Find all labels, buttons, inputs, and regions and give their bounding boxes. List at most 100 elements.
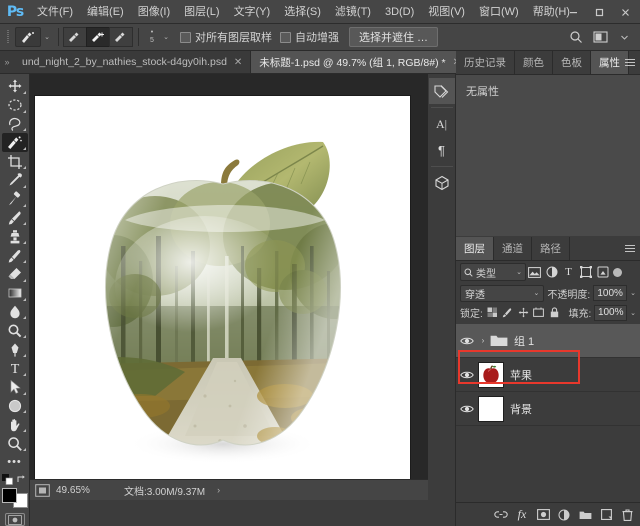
document-tab-1[interactable]: und_night_2_by_nathies_stock-d4gy0ih.psd… [14,51,251,73]
search-icon[interactable] [564,27,588,47]
document-tab-2[interactable]: 未标题-1.psd @ 49.7% (组 1, RGB/8#) *✕ [251,51,470,73]
layers-tab-1[interactable]: 图层 [456,237,494,260]
quick-selection-tool[interactable] [2,133,28,152]
adjustment-layer-icon[interactable] [557,507,571,523]
new-group-icon[interactable] [578,507,592,523]
layer-filter-type-select[interactable]: 类型 ⌄ [460,263,526,281]
clone-stamp-tool[interactable] [2,227,28,246]
gradient-tool[interactable] [2,284,28,303]
healing-brush-tool[interactable] [2,190,28,209]
lock-transparent-icon[interactable] [486,305,499,320]
lasso-tool[interactable] [2,115,28,134]
lock-artboard-icon[interactable] [532,305,545,320]
quick-mask-icon[interactable] [5,513,25,526]
properties-tab-3[interactable]: 色板 [553,51,591,74]
layer-row[interactable]: ›组 1 [456,324,640,358]
minimize-icon[interactable] [560,1,586,23]
blur-tool[interactable] [2,303,28,322]
delete-layer-icon[interactable] [620,507,634,523]
color-swatches[interactable] [2,488,28,508]
menu-item-10[interactable]: 窗口(W) [472,0,526,24]
select-and-mask-button[interactable]: 选择并遮住 … [349,27,438,47]
menu-item-1[interactable]: 文件(F) [30,0,80,24]
crop-tool[interactable] [2,152,28,171]
brush-tool[interactable] [2,209,28,228]
layer-visibility-icon[interactable] [456,370,478,380]
paragraph-panel-icon[interactable]: ¶ [429,137,455,163]
add-mask-icon[interactable] [536,507,550,523]
blend-mode-select[interactable]: 穿透 ⌄ [460,285,544,302]
3d-panel-icon[interactable] [429,170,455,196]
brush-size-stepper[interactable]: • 5 [144,29,160,45]
link-layers-icon[interactable] [494,507,508,523]
maximize-icon[interactable] [586,1,612,23]
menu-item-9[interactable]: 视图(V) [421,0,472,24]
shape-filter-icon[interactable] [577,263,594,281]
marquee-tool[interactable] [2,96,28,115]
workspace-icon[interactable] [588,27,612,47]
new-layer-icon[interactable] [599,507,613,523]
layer-thumbnail[interactable] [478,396,504,422]
auto-enhance-checkbox[interactable]: 自动增强 [280,29,339,45]
zoom-level[interactable]: 49.65% [54,485,110,496]
adjustment-filter-icon[interactable] [543,263,560,281]
path-selection-tool[interactable] [2,378,28,397]
character-panel-icon[interactable]: A| [429,111,455,137]
properties-tab-1[interactable]: 历史记录 [456,51,515,74]
menu-item-2[interactable]: 编辑(E) [80,0,131,24]
type-tool[interactable]: T [2,359,28,378]
menu-item-7[interactable]: 滤镜(T) [328,0,378,24]
lock-position-icon[interactable] [517,305,530,320]
sample-all-layers-checkbox[interactable]: 对所有图层取样 [180,29,272,45]
tool-preset-caret[interactable]: ⌄ [41,33,53,41]
eraser-tool[interactable] [2,265,28,284]
filter-toggle[interactable] [613,268,622,277]
document-canvas[interactable] [35,96,410,479]
pixel-filter-icon[interactable] [526,263,543,281]
close-icon[interactable] [612,1,638,23]
panel-menu-icon[interactable] [624,57,636,69]
layers-tab-2[interactable]: 通道 [494,237,532,260]
layer-visibility-icon[interactable] [456,404,478,414]
close-icon[interactable]: ✕ [234,57,242,68]
tab-bar-grip[interactable]: » [0,51,14,73]
more-tools-button[interactable]: ••• [2,453,28,472]
libraries-icon[interactable] [429,78,455,104]
lock-all-icon[interactable] [548,305,561,320]
options-bar-grip[interactable] [4,27,12,47]
layers-tab-3[interactable]: 路径 [532,237,570,260]
screen-mode-icon[interactable] [30,481,54,500]
menu-item-6[interactable]: 选择(S) [277,0,328,24]
chevron-down-icon[interactable] [612,27,636,47]
zoom-tool[interactable] [2,434,28,453]
new-selection-button[interactable] [63,27,87,47]
layer-row[interactable]: 苹果 [456,358,640,392]
layer-visibility-icon[interactable] [456,336,478,346]
expand-group-icon[interactable]: › [478,336,488,345]
dodge-tool[interactable] [2,321,28,340]
canvas-area[interactable]: 49.65% 文档:3.00M/9.37M › [30,74,428,500]
properties-tab-2[interactable]: 颜色 [515,51,553,74]
shape-tool[interactable] [2,397,28,416]
menu-item-4[interactable]: 图层(L) [177,0,226,24]
add-to-selection-button[interactable] [86,27,110,47]
pen-tool[interactable] [2,340,28,359]
fill-value[interactable]: 100% [594,305,627,321]
swap-colors-icon[interactable] [16,474,27,485]
opacity-caret-icon[interactable]: ⌄ [630,289,636,297]
menu-item-8[interactable]: 3D(D) [378,0,421,24]
menu-item-3[interactable]: 图像(I) [131,0,177,24]
default-colors-icon[interactable] [2,474,13,485]
history-brush-tool[interactable] [2,246,28,265]
brush-size-caret[interactable]: ⌄ [160,33,172,41]
status-chevron-icon[interactable]: › [217,485,220,495]
fill-caret-icon[interactable]: ⌄ [630,309,636,317]
lock-image-icon[interactable] [501,305,514,320]
menu-item-5[interactable]: 文字(Y) [227,0,278,24]
move-tool[interactable] [2,77,28,96]
quick-selection-icon[interactable] [15,27,41,47]
layer-thumbnail[interactable] [478,362,504,388]
type-filter-icon[interactable]: T [560,263,577,281]
subtract-from-selection-button[interactable] [109,27,133,47]
smart-object-filter-icon[interactable] [594,263,611,281]
